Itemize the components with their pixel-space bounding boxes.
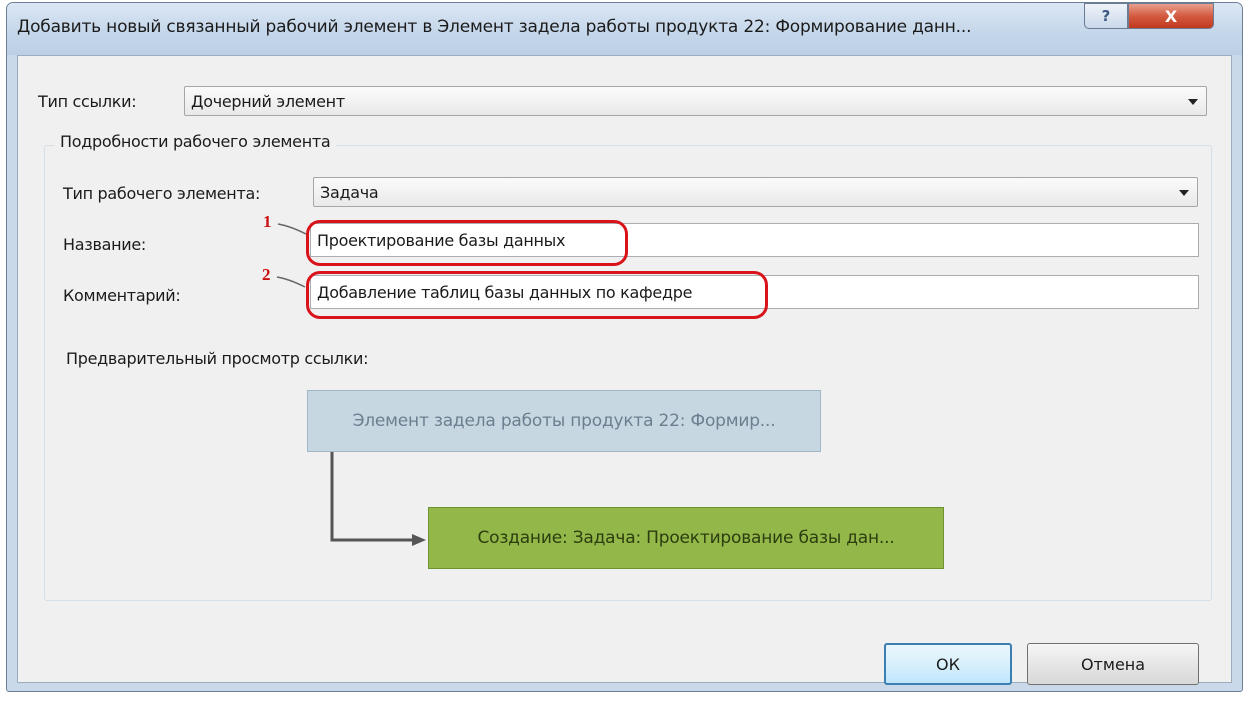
ok-button-label: ОК — [936, 654, 960, 674]
cancel-button[interactable]: Отмена — [1027, 643, 1199, 685]
chevron-down-icon — [1179, 190, 1189, 196]
link-type-value: Дочерний элемент — [191, 91, 345, 111]
parent-node-text: Элемент задела работы продукта 22: Форми… — [352, 411, 776, 431]
preview-label: Предварительный просмотр ссылки: — [66, 349, 369, 368]
comment-label: Комментарий: — [63, 286, 181, 305]
help-icon: ? — [1101, 7, 1111, 25]
chevron-down-icon — [1188, 99, 1198, 105]
link-type-select[interactable]: Дочерний элемент — [184, 86, 1207, 116]
connector-line — [330, 452, 412, 542]
work-item-type-value: Задача — [320, 182, 379, 202]
work-item-type-label: Тип рабочего элемента: — [63, 184, 261, 203]
arrow-right-icon — [412, 534, 426, 546]
cancel-button-label: Отмена — [1080, 654, 1146, 674]
link-type-label: Тип ссылки: — [38, 92, 137, 111]
work-item-type-select[interactable]: Задача — [313, 177, 1198, 207]
annotation-highlight-1 — [306, 220, 628, 266]
close-icon: X — [1164, 6, 1178, 26]
annotation-highlight-2 — [306, 271, 768, 319]
group-title: Подробности рабочего элемента — [54, 132, 337, 151]
annotation-marker-1: 1 — [263, 212, 272, 231]
title-bar[interactable]: Добавить новый связанный рабочий элемент… — [7, 3, 1242, 55]
link-connector — [330, 452, 426, 546]
name-label: Название: — [63, 235, 146, 254]
preview-parent-node: Элемент задела работы продукта 22: Форми… — [307, 390, 821, 452]
dialog-title: Добавить новый связанный рабочий элемент… — [17, 17, 972, 37]
help-button[interactable]: ? — [1084, 3, 1128, 29]
annotation-marker-2: 2 — [262, 265, 271, 284]
child-node-text: Создание: Задача: Проектирование базы да… — [477, 528, 895, 548]
close-button[interactable]: X — [1128, 3, 1214, 29]
preview-child-node: Создание: Задача: Проектирование базы да… — [428, 507, 944, 569]
ok-button[interactable]: ОК — [884, 643, 1012, 685]
